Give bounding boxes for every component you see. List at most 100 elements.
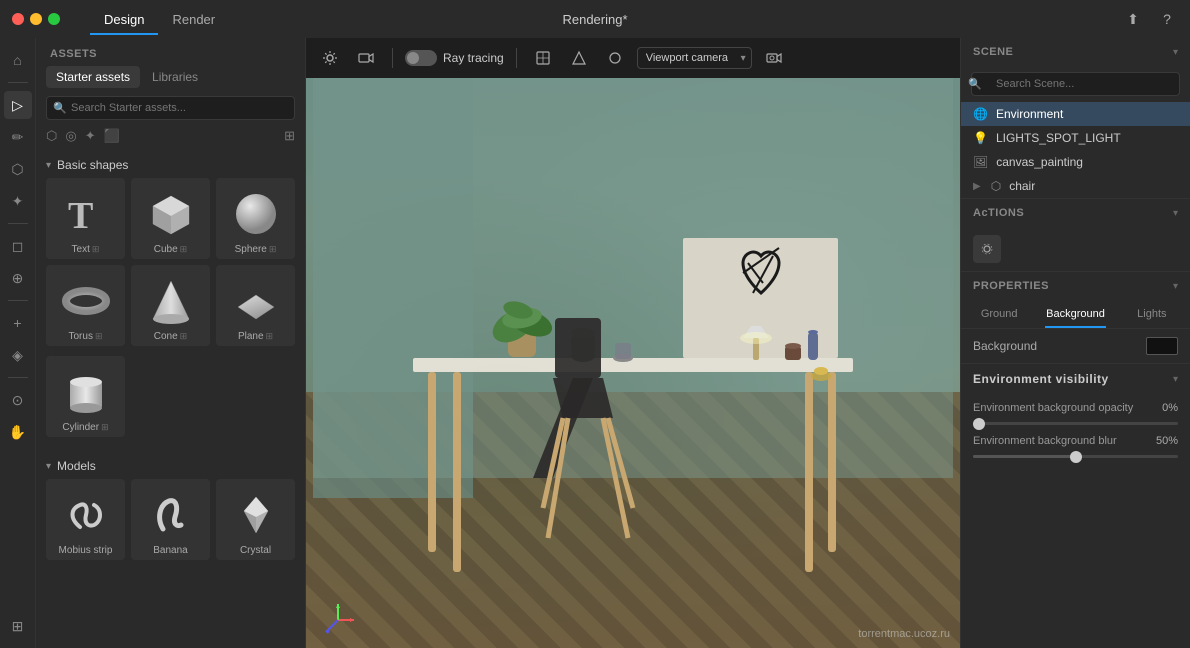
blur-label-row: Environment background blur 50%: [973, 435, 1178, 447]
shape-cone[interactable]: Cone ⊞: [131, 265, 210, 346]
vp-transform-x[interactable]: [529, 46, 557, 70]
shape-text-label: Text ⊞: [72, 244, 100, 255]
basic-shapes-section-header[interactable]: ▾ Basic shapes: [46, 152, 295, 178]
scene-item-lights[interactable]: 💡 LIGHTS_SPOT_LIGHT: [961, 126, 1190, 150]
search-input[interactable]: [46, 96, 295, 120]
nav-links: Design Render: [90, 4, 229, 35]
brush-tool[interactable]: ✏: [4, 123, 32, 151]
properties-section-header[interactable]: PROPERTIES ▾: [961, 272, 1190, 300]
tab-libraries[interactable]: Libraries: [142, 66, 208, 88]
ray-tracing-pill[interactable]: [405, 50, 437, 66]
model-mobius[interactable]: Mobius strip: [46, 479, 125, 560]
blur-track: [973, 455, 1178, 458]
tool-separator-3: [8, 300, 28, 301]
viewport-toolbar: Ray tracing Viewport camera Perspective …: [306, 38, 960, 78]
scene-item-chair[interactable]: ▶ ⬡ chair: [961, 174, 1190, 198]
action-sun-btn[interactable]: [973, 235, 1001, 263]
env-visibility-header[interactable]: Environment visibility ▾: [961, 364, 1190, 394]
zoom-tool[interactable]: ⊙: [4, 386, 32, 414]
mesh-filter-icon[interactable]: ◎: [65, 128, 76, 144]
blur-thumb[interactable]: [1070, 451, 1082, 463]
shape-cylinder-adj: ⊞: [101, 422, 109, 433]
blur-label: Environment background blur: [973, 435, 1117, 447]
shapes-row2: Cylinder ⊞: [46, 356, 295, 437]
shape-text-adj: ⊞: [92, 244, 100, 255]
shape-text-thumb: T: [58, 186, 114, 242]
shape-cylinder-label: Cylinder ⊞: [62, 422, 108, 433]
scene-arrow: ▾: [1173, 47, 1178, 58]
traffic-lights: [12, 13, 60, 25]
assets-search-container: 🔍: [46, 96, 295, 120]
select-tool[interactable]: ▷: [4, 91, 32, 119]
watermark: torrentmac.ucoz.ru: [858, 628, 950, 640]
vp-settings-btn[interactable]: [316, 46, 344, 70]
scene-environment-label: Environment: [996, 107, 1063, 121]
models-section-header[interactable]: ▾ Models: [46, 453, 295, 479]
ray-tracing-toggle: Ray tracing: [405, 50, 504, 66]
add-tool[interactable]: +: [4, 309, 32, 337]
model-crystal[interactable]: Crystal: [216, 479, 295, 560]
shape-torus-adj: ⊞: [95, 331, 103, 342]
vp-transform-y[interactable]: [565, 46, 593, 70]
properties-arrow: ▾: [1173, 281, 1178, 292]
settings-tool[interactable]: ⊞: [4, 612, 32, 640]
scene-section-header[interactable]: SCENE ▾: [961, 38, 1190, 66]
minimize-button[interactable]: [30, 13, 42, 25]
shape-cube[interactable]: Cube ⊞: [131, 178, 210, 259]
properties-title: PROPERTIES: [973, 280, 1049, 292]
svg-text:T: T: [68, 195, 93, 237]
object-icon: 🖼: [973, 155, 988, 169]
help-icon[interactable]: ?: [1156, 8, 1178, 30]
props-tab-ground[interactable]: Ground: [961, 300, 1037, 328]
props-tab-lights[interactable]: Lights: [1114, 300, 1190, 328]
maximize-button[interactable]: [48, 13, 60, 25]
opacity-slider-row: Environment background opacity 0%: [973, 402, 1178, 425]
properties-section: PROPERTIES ▾ Ground Background Lights Ba…: [961, 272, 1190, 364]
effects-tool[interactable]: ◈: [4, 341, 32, 369]
image-filter-icon[interactable]: ⬛: [104, 128, 120, 144]
scene-item-canvas[interactable]: 🖼 canvas_painting: [961, 150, 1190, 174]
anchor-tool[interactable]: ⊕: [4, 264, 32, 292]
grid-view-icon[interactable]: ⊞: [284, 128, 295, 144]
filter-bar: ⬡ ◎ ✦ ⬛ ⊞: [36, 128, 305, 152]
paint-tool[interactable]: ⬡: [4, 155, 32, 183]
shape-plane-label: Plane ⊞: [238, 331, 273, 342]
shape-cylinder[interactable]: Cylinder ⊞: [46, 356, 125, 437]
light-filter-icon[interactable]: ✦: [85, 128, 96, 144]
blur-fill: [973, 455, 1076, 458]
scene-section: SCENE ▾ 🔍 🌐 Environment 💡 LIGHTS_SPOT_LI…: [961, 38, 1190, 199]
vp-camera-add-btn[interactable]: [352, 46, 380, 70]
props-tab-background[interactable]: Background: [1037, 300, 1113, 328]
vp-transform-z[interactable]: [601, 46, 629, 70]
nav-design[interactable]: Design: [90, 4, 158, 35]
env-visibility-section: Environment visibility ▾ Environment bac…: [961, 364, 1190, 476]
opacity-thumb[interactable]: [973, 418, 985, 430]
blur-value: 50%: [1156, 435, 1178, 447]
actions-section-header[interactable]: AcTIONS ▾: [961, 199, 1190, 227]
shapes-filter-icon[interactable]: ⬡: [46, 128, 57, 144]
home-tool[interactable]: ⌂: [4, 46, 32, 74]
scene-item-environment[interactable]: 🌐 Environment: [961, 102, 1190, 126]
model-banana[interactable]: Banana: [131, 479, 210, 560]
camera-select[interactable]: Viewport camera Perspective Top Front: [637, 47, 752, 69]
axes-indicator: [316, 598, 356, 638]
shape-torus[interactable]: Torus ⊞: [46, 265, 125, 346]
close-button[interactable]: [12, 13, 24, 25]
shape-sphere[interactable]: Sphere ⊞: [216, 178, 295, 259]
share-icon[interactable]: ⬆: [1122, 8, 1144, 30]
background-color-swatch[interactable]: [1146, 337, 1178, 355]
shape-plane[interactable]: Plane ⊞: [216, 265, 295, 346]
viewport: Ray tracing Viewport camera Perspective …: [306, 38, 960, 648]
background-label: Background: [973, 339, 1037, 353]
nav-render[interactable]: Render: [158, 4, 229, 35]
tab-starter-assets[interactable]: Starter assets: [46, 66, 140, 88]
shape-text[interactable]: T Text ⊞: [46, 178, 125, 259]
shape-sphere-thumb: [228, 186, 284, 242]
pan-tool[interactable]: ✋: [4, 418, 32, 446]
env-section-content: Environment background opacity 0% Enviro…: [961, 394, 1190, 476]
object-tool[interactable]: ◻: [4, 232, 32, 260]
vp-camera-settings[interactable]: [760, 46, 788, 70]
scene-search-input[interactable]: [971, 72, 1180, 96]
transform-tool[interactable]: ✦: [4, 187, 32, 215]
opacity-value: 0%: [1162, 402, 1178, 414]
